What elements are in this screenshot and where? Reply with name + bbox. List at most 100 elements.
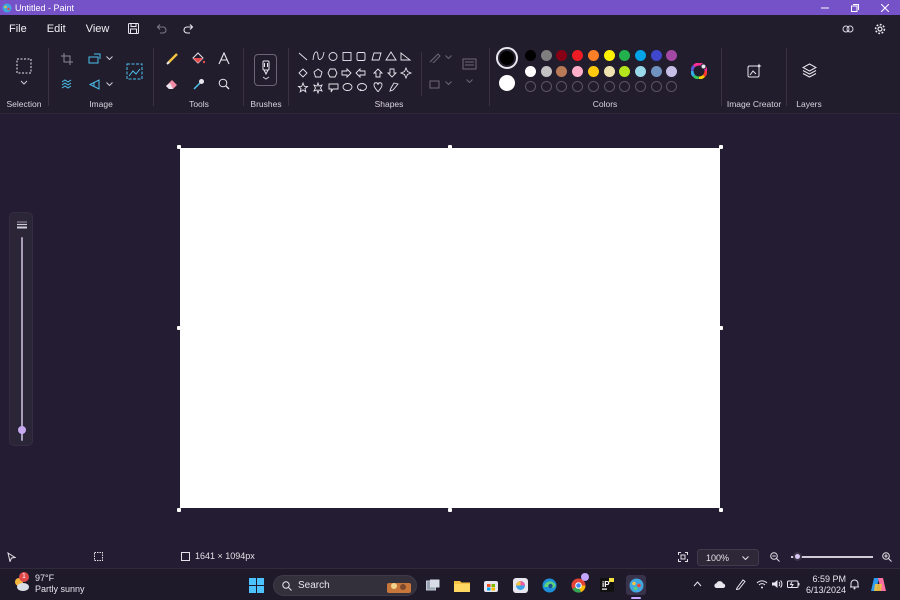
color-swatch[interactable]: [603, 65, 615, 77]
zoom-out-icon[interactable]: [770, 552, 780, 562]
rotate-button[interactable]: [85, 75, 103, 93]
task-view-button[interactable]: [423, 575, 443, 595]
custom-color-slot[interactable]: [572, 81, 584, 92]
volume-icon[interactable]: [771, 579, 783, 589]
brushes-button[interactable]: [254, 54, 277, 86]
color-swatch[interactable]: [634, 65, 646, 77]
color-swatch[interactable]: [603, 50, 615, 61]
save-button[interactable]: [119, 18, 147, 40]
color-swatch[interactable]: [556, 65, 568, 77]
crop-button[interactable]: [58, 50, 76, 68]
custom-color-slot[interactable]: [634, 81, 646, 92]
text-button[interactable]: [215, 49, 233, 67]
pycharm-button[interactable]: iP: [597, 575, 617, 595]
taskbar-search-box[interactable]: Search: [273, 575, 417, 596]
canvas-resize-handle[interactable]: [719, 326, 723, 330]
menu-file[interactable]: File: [0, 23, 37, 35]
chevron-up-icon[interactable]: [693, 581, 702, 587]
canvas-resize-handle[interactable]: [448, 508, 452, 512]
rotate-dropdown[interactable]: [104, 78, 114, 90]
start-button[interactable]: [246, 575, 266, 595]
copilot-button[interactable]: [834, 18, 862, 40]
custom-color-slot[interactable]: [525, 81, 536, 92]
zoom-in-icon[interactable]: [882, 552, 892, 562]
canvas-resize-handle[interactable]: [177, 508, 181, 512]
shapes-gallery[interactable]: [296, 50, 421, 96]
color-swatch[interactable]: [572, 65, 584, 77]
zoom-slider-track[interactable]: [791, 556, 873, 558]
custom-color-slot[interactable]: [556, 81, 568, 92]
custom-color-slot[interactable]: [603, 81, 615, 92]
pencil-button[interactable]: [163, 49, 181, 67]
color-swatch[interactable]: [525, 65, 536, 77]
color-swatch[interactable]: [666, 65, 678, 77]
microsoft-store-button[interactable]: [481, 575, 501, 595]
image-select-button[interactable]: [124, 61, 144, 81]
eraser-button[interactable]: [163, 75, 181, 93]
canvas-resize-handle[interactable]: [448, 145, 452, 149]
battery-icon[interactable]: [787, 579, 800, 589]
shape-outline-button[interactable]: [427, 50, 443, 66]
canvas-resize-handle[interactable]: [719, 508, 723, 512]
copilot-icon[interactable]: [870, 576, 887, 593]
resize-button[interactable]: [85, 50, 103, 68]
color-swatch[interactable]: [525, 50, 536, 61]
color-swatch[interactable]: [572, 50, 584, 61]
brush-size-thumb[interactable]: [18, 426, 26, 434]
chrome-browser-button[interactable]: [568, 573, 589, 595]
color-swatch[interactable]: [587, 50, 599, 61]
custom-color-slot[interactable]: [666, 81, 678, 92]
menu-edit[interactable]: Edit: [37, 23, 76, 35]
color-swatch[interactable]: [634, 50, 646, 61]
minimize-button[interactable]: [810, 0, 840, 15]
notification-bell-icon[interactable]: [849, 578, 860, 590]
shape-fill-button[interactable]: [427, 76, 443, 92]
zoom-level-dropdown[interactable]: 100%: [697, 549, 759, 566]
shape-style-dropdown[interactable]: [465, 76, 474, 86]
canvas-resize-handle[interactable]: [177, 326, 181, 330]
drawing-canvas[interactable]: [180, 148, 720, 508]
primary-color-button[interactable]: [496, 47, 518, 69]
resize-dropdown[interactable]: [104, 52, 114, 64]
shape-style-button[interactable]: [460, 56, 478, 72]
custom-color-slot[interactable]: [540, 81, 552, 92]
system-clock[interactable]: 6:59 PM 6/13/2024: [806, 574, 846, 596]
onedrive-cloud-icon[interactable]: [713, 580, 726, 589]
color-swatch[interactable]: [540, 50, 552, 61]
selection-dropdown[interactable]: [19, 78, 29, 86]
close-button[interactable]: [870, 0, 900, 15]
color-swatch[interactable]: [587, 65, 599, 77]
shape-fill-dropdown[interactable]: [444, 78, 453, 88]
color-swatch[interactable]: [540, 65, 552, 77]
edit-colors-button[interactable]: [690, 62, 708, 80]
color-picker-button[interactable]: [189, 75, 207, 93]
custom-color-slot[interactable]: [619, 81, 631, 92]
color-swatch[interactable]: [619, 50, 631, 61]
color-swatch[interactable]: [650, 65, 662, 77]
redo-button[interactable]: [175, 18, 203, 40]
custom-color-slot[interactable]: [650, 81, 662, 92]
remove-background-button[interactable]: [58, 75, 76, 93]
rectangle-select-button[interactable]: [14, 56, 34, 76]
fit-to-window-icon[interactable]: [678, 552, 688, 562]
magnifier-button[interactable]: [215, 75, 233, 93]
image-creator-button[interactable]: [744, 60, 764, 80]
fill-button[interactable]: [189, 49, 207, 67]
color-swatch[interactable]: [650, 50, 662, 61]
custom-color-slot[interactable]: [587, 81, 599, 92]
edge-browser-button[interactable]: [539, 575, 559, 595]
secondary-color-button[interactable]: [499, 75, 515, 91]
weather-widget[interactable]: 1 97°F Partly sunny: [12, 572, 85, 595]
file-explorer-button[interactable]: [452, 575, 472, 595]
color-swatch[interactable]: [666, 50, 678, 61]
wifi-icon[interactable]: [756, 579, 768, 589]
brush-size-track[interactable]: [21, 237, 23, 441]
canvas-resize-handle[interactable]: [177, 145, 181, 149]
menu-view[interactable]: View: [76, 23, 120, 35]
photos-app-button[interactable]: [510, 575, 530, 595]
layers-button[interactable]: [799, 60, 819, 80]
zoom-slider-thumb[interactable]: [793, 552, 802, 561]
settings-button[interactable]: [866, 18, 894, 40]
shape-outline-dropdown[interactable]: [444, 52, 453, 62]
color-swatch[interactable]: [556, 50, 568, 61]
